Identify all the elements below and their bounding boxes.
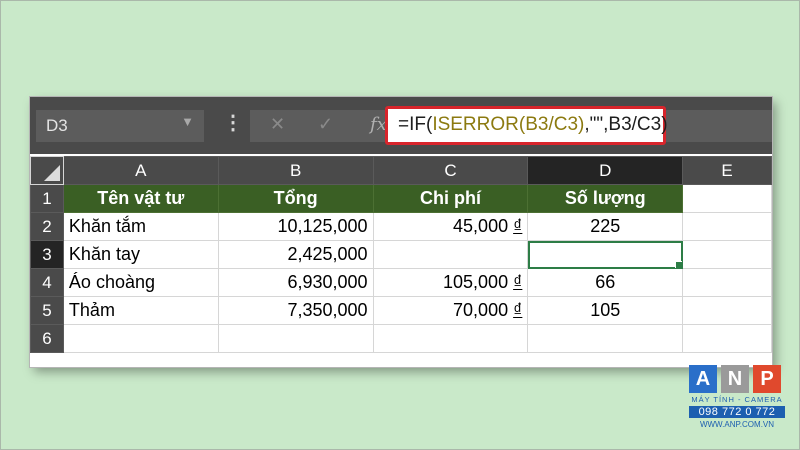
- row-header-1[interactable]: 1: [30, 184, 64, 213]
- cell-d2[interactable]: 225: [527, 212, 684, 241]
- column-header-b[interactable]: B: [217, 156, 374, 185]
- name-box[interactable]: D3 ▼: [36, 110, 204, 142]
- cell-e2[interactable]: [682, 212, 772, 241]
- currency-symbol: ₫: [513, 216, 523, 236]
- enter-icon[interactable]: ✓: [318, 114, 333, 135]
- column-header-a[interactable]: A: [62, 156, 219, 185]
- logo-letter-n: N: [721, 365, 749, 393]
- currency-symbol: ₫: [513, 272, 523, 292]
- logo-tagline: MÁY TÍNH - CAMERA: [691, 395, 783, 404]
- cell-d6[interactable]: [527, 324, 684, 353]
- currency-symbol: ₫: [513, 300, 523, 320]
- logo-letter-a: A: [689, 365, 717, 393]
- cell-c2-value: 45,000: [453, 216, 509, 236]
- cell-c4[interactable]: 105,000 ₫: [372, 268, 529, 297]
- formula-prefix: =IF(: [398, 114, 433, 135]
- formula-suffix: ,"",B3/C3): [584, 114, 668, 135]
- cell-b3[interactable]: 2,425,000: [217, 240, 374, 269]
- cell-e5[interactable]: [682, 296, 772, 325]
- cell-a6[interactable]: [62, 324, 219, 353]
- cell-c3[interactable]: [372, 240, 529, 269]
- cell-c1[interactable]: Chi phí: [372, 184, 529, 213]
- anp-logo: A N P MÁY TÍNH - CAMERA 098 772 0 772 WW…: [689, 365, 785, 429]
- cell-c5[interactable]: 70,000 ₫: [372, 296, 529, 325]
- cell-e1[interactable]: [682, 184, 772, 213]
- cell-a3[interactable]: Khăn tay: [62, 240, 219, 269]
- cell-d1[interactable]: Số lượng: [527, 184, 684, 213]
- row-header-3[interactable]: 3: [30, 240, 64, 269]
- excel-window: D3 ▼ ⋮ ✕ ✓ fx =IF(ISERROR(B3/C3),"",B3/C…: [30, 97, 772, 367]
- row-header-5[interactable]: 5: [30, 296, 64, 325]
- cell-c6[interactable]: [372, 324, 529, 353]
- cancel-icon[interactable]: ✕: [270, 114, 285, 135]
- cell-e4[interactable]: [682, 268, 772, 297]
- fill-handle[interactable]: [675, 261, 682, 268]
- cell-c4-value: 105,000: [443, 272, 509, 292]
- formula-bar: D3 ▼ ⋮ ✕ ✓ fx =IF(ISERROR(B3/C3),"",B3/C…: [30, 97, 772, 154]
- cell-b1[interactable]: Tổng: [217, 184, 374, 213]
- row-header-2[interactable]: 2: [30, 212, 64, 241]
- cell-e3[interactable]: [682, 240, 772, 269]
- row-header-4[interactable]: 4: [30, 268, 64, 297]
- cell-a5[interactable]: Thảm: [62, 296, 219, 325]
- formula-highlight-box[interactable]: =IF(ISERROR(B3/C3),"",B3/C3): [385, 106, 668, 145]
- formula-buttons: ✕ ✓ fx: [250, 110, 405, 142]
- select-all-corner[interactable]: [30, 156, 64, 185]
- cell-d5[interactable]: 105: [527, 296, 684, 325]
- column-header-e[interactable]: E: [682, 156, 772, 185]
- column-header-d[interactable]: D: [527, 156, 684, 185]
- logo-phone: 098 772 0 772: [689, 406, 785, 418]
- cell-b5[interactable]: 7,350,000: [217, 296, 374, 325]
- cell-a1[interactable]: Tên vật tư: [62, 184, 219, 213]
- row-header-6[interactable]: 6: [30, 324, 64, 353]
- cell-d3-active[interactable]: [527, 240, 684, 269]
- logo-website: WWW.ANP.COM.VN: [699, 420, 775, 429]
- cell-c2[interactable]: 45,000 ₫: [372, 212, 529, 241]
- cell-b4[interactable]: 6,930,000: [217, 268, 374, 297]
- name-box-value: D3: [46, 116, 68, 135]
- logo-letter-p: P: [753, 365, 781, 393]
- cell-d4[interactable]: 66: [527, 268, 684, 297]
- cell-b6[interactable]: [217, 324, 374, 353]
- cell-b2[interactable]: 10,125,000: [217, 212, 374, 241]
- spreadsheet-grid: A B C D E 1 Tên vật tư Tổng Chi phí Số l…: [30, 156, 772, 353]
- cell-e6[interactable]: [682, 324, 772, 353]
- cell-a2[interactable]: Khăn tắm: [62, 212, 219, 241]
- chevron-down-icon[interactable]: ▼: [181, 114, 194, 129]
- logo-letters: A N P: [689, 365, 785, 393]
- formula-iserror: ISERROR(B3/C3): [432, 114, 585, 135]
- cell-c5-value: 70,000: [453, 300, 509, 320]
- column-header-c[interactable]: C: [372, 156, 529, 185]
- formula-text: =IF(ISERROR(B3/C3),"",B3/C3): [398, 114, 668, 136]
- cell-a4[interactable]: Áo choàng: [62, 268, 219, 297]
- more-options-icon[interactable]: ⋮: [223, 113, 243, 133]
